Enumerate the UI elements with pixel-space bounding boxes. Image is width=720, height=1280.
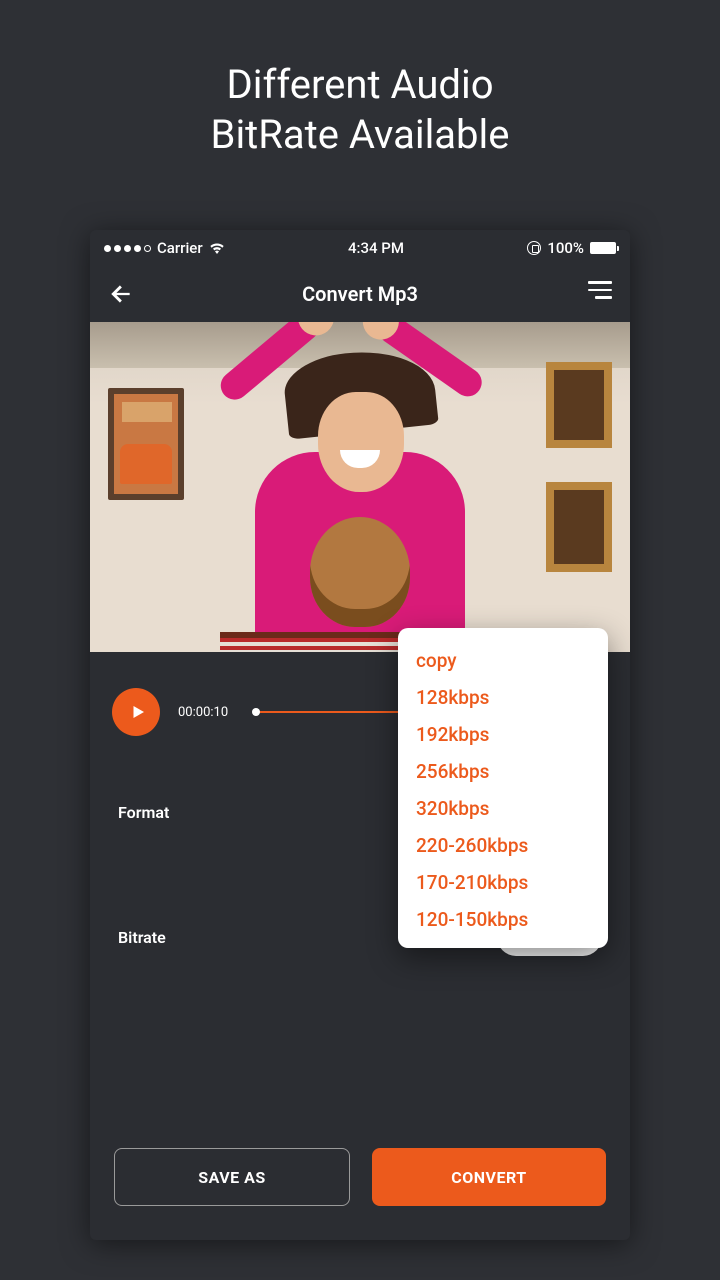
carrier-label: Carrier — [157, 239, 203, 257]
bitrate-option[interactable]: 256kbps — [416, 753, 590, 790]
status-left: Carrier — [104, 239, 225, 257]
status-right: 100% — [527, 239, 616, 257]
bitrate-label: Bitrate — [118, 928, 166, 947]
app-header: Convert Mp3 — [90, 266, 630, 322]
status-bar: Carrier 4:34 PM 100% — [90, 230, 630, 266]
phone-frame: Carrier 4:34 PM 100% Convert Mp3 — [90, 230, 630, 1240]
promo-title: Different Audio BitRate Available — [0, 0, 720, 160]
promo-line-1: Different Audio — [0, 60, 720, 110]
status-time: 4:34 PM — [348, 239, 404, 257]
rotation-lock-icon — [527, 241, 541, 255]
menu-icon[interactable] — [586, 281, 612, 307]
bitrate-option[interactable]: 128kbps — [416, 679, 590, 716]
bitrate-option[interactable]: 170-210kbps — [416, 864, 590, 901]
bitrate-option[interactable]: 192kbps — [416, 716, 590, 753]
signal-dots-icon — [104, 245, 151, 252]
wifi-icon — [209, 242, 225, 254]
action-buttons: SAVE AS CONVERT — [90, 1148, 630, 1206]
bitrate-option[interactable]: copy — [416, 642, 590, 679]
bitrate-option[interactable]: 120-150kbps — [416, 901, 590, 938]
page-title: Convert Mp3 — [302, 282, 418, 306]
convert-button[interactable]: CONVERT — [372, 1148, 606, 1206]
battery-percent: 100% — [547, 239, 584, 257]
video-thumbnail[interactable] — [90, 322, 630, 652]
bitrate-dropdown: copy 128kbps 192kbps 256kbps 320kbps 220… — [398, 628, 608, 948]
bitrate-option[interactable]: 320kbps — [416, 790, 590, 827]
battery-icon — [590, 242, 616, 254]
save-as-button[interactable]: SAVE AS — [114, 1148, 350, 1206]
timecode: 00:00:10 — [178, 705, 228, 720]
format-label: Format — [118, 803, 169, 822]
back-icon[interactable] — [108, 281, 134, 307]
play-button[interactable] — [112, 688, 160, 736]
bitrate-option[interactable]: 220-260kbps — [416, 827, 590, 864]
promo-line-2: BitRate Available — [0, 110, 720, 160]
